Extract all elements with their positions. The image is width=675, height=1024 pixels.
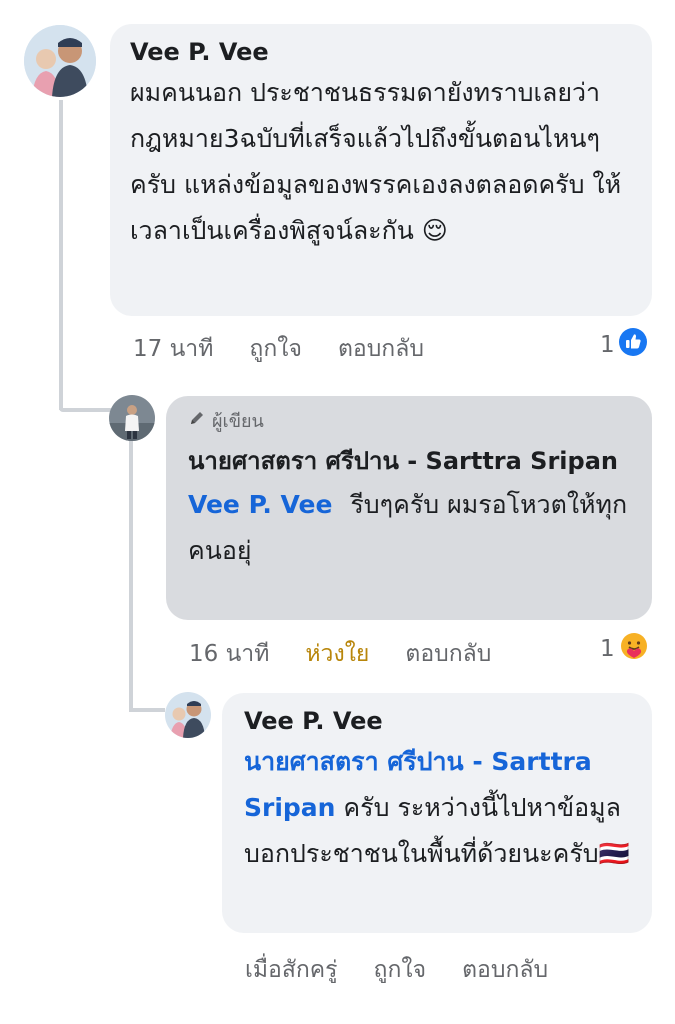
reaction-summary[interactable]: 1 <box>600 632 649 666</box>
like-button[interactable]: ถูกใจ <box>374 952 427 988</box>
mention-link[interactable]: Vee P. Vee <box>188 490 332 519</box>
comment-bubble: Vee P. Vee ผมคนนอก ประชาชนธรรมดายังทราบเ… <box>110 24 652 316</box>
comment-actions: 17 นาที ถูกใจ ตอบกลับ <box>133 332 424 366</box>
reaction-count: 1 <box>600 636 615 662</box>
comment-actions: เมื่อสักครู่ ถูกใจ ตอบกลับ <box>245 953 548 987</box>
comment-time[interactable]: 17 นาที <box>133 331 213 367</box>
thread-line-sub <box>129 440 133 710</box>
comment-bubble: Vee P. Vee นายศาสตรา ศรีปาน - Sarttra Sr… <box>222 693 652 933</box>
thai-flag-emoji: 🇹🇭 <box>598 839 630 868</box>
author-badge: ผู้เขียน <box>188 408 630 432</box>
thread-line-sub-branch <box>129 708 165 712</box>
comment-bubble: ผู้เขียน นายศาสตรา ศรีปาน - Sarttra Srip… <box>166 396 652 620</box>
comment-time[interactable]: เมื่อสักครู่ <box>245 952 338 988</box>
comment-text: ผมคนนอก ประชาชนธรรมดายังทราบเลยว่ากฎหมาย… <box>130 78 622 245</box>
comment-author[interactable]: นายศาสตรา ศรีปาน - Sarttra Sripan <box>188 440 630 482</box>
relieved-face-emoji: 😌 <box>421 216 448 245</box>
reply-button[interactable]: ตอบกลับ <box>405 636 491 672</box>
comment-text: นายศาสตรา ศรีปาน - Sarttra Sripan ครับ ร… <box>244 747 630 868</box>
care-icon <box>619 631 649 667</box>
comment-author[interactable]: Vee P. Vee <box>130 36 632 68</box>
reply-button[interactable]: ตอบกลับ <box>338 331 424 367</box>
comment-text: Vee P. Vee รีบๆครับ ผมรอโหวตให้ทุกคนอยุ่ <box>188 490 628 565</box>
pencil-icon <box>188 409 206 432</box>
avatar[interactable] <box>165 692 211 738</box>
reply-button[interactable]: ตอบกลับ <box>462 952 548 988</box>
reaction-count: 1 <box>600 332 615 358</box>
care-button[interactable]: ห่วงใย <box>305 636 369 672</box>
avatar[interactable] <box>24 25 96 97</box>
thread-line-main <box>59 100 63 410</box>
like-button[interactable]: ถูกใจ <box>249 331 302 367</box>
comment-time[interactable]: 16 นาที <box>189 636 269 672</box>
comment-author[interactable]: Vee P. Vee <box>244 705 630 737</box>
like-icon <box>618 328 647 362</box>
comment-actions: 16 นาที ห่วงใย ตอบกลับ <box>189 637 491 671</box>
reaction-summary[interactable]: 1 <box>600 328 647 362</box>
avatar[interactable] <box>109 395 155 441</box>
thread-line-branch <box>59 408 111 412</box>
